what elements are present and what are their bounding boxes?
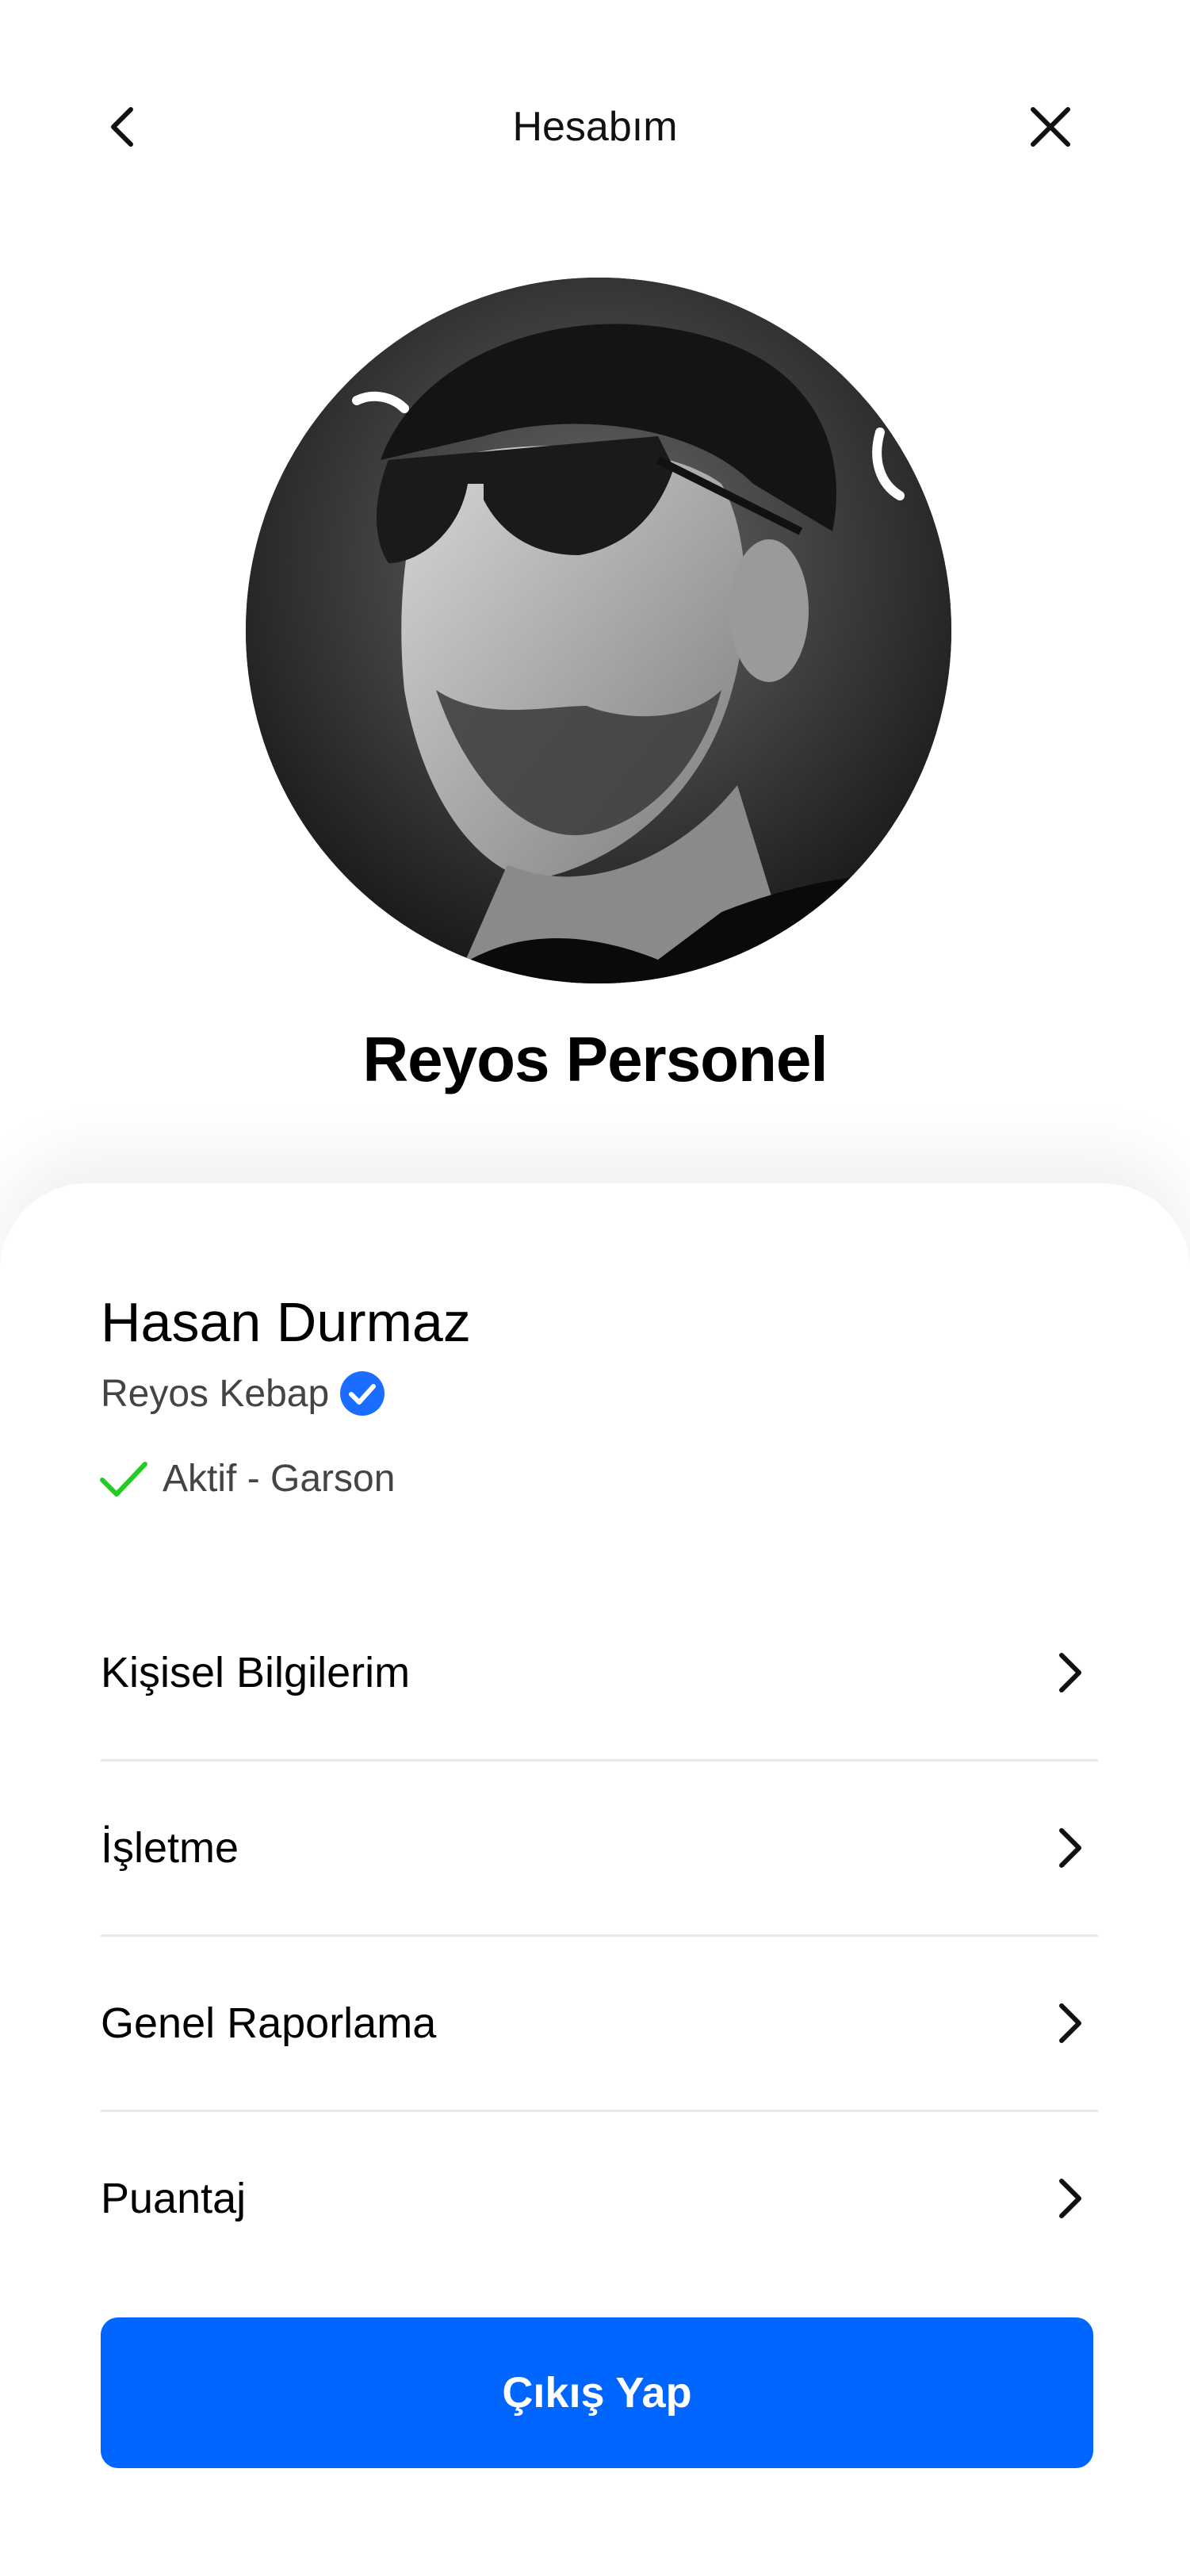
account-menu: Kişisel Bilgilerim İşletme Genel Raporla…: [101, 1586, 1098, 2285]
chevron-right-icon: [1059, 2179, 1081, 2218]
status-text: Aktif - Garson: [163, 1458, 396, 1500]
menu-item-timesheet[interactable]: Puantaj: [101, 2112, 1098, 2285]
chevron-right-icon: [1059, 2003, 1081, 2043]
menu-item-general-reports[interactable]: Genel Raporlama: [101, 1937, 1098, 2112]
header: Hesabım: [0, 79, 1190, 174]
close-button[interactable]: [1019, 95, 1082, 159]
menu-item-personal-info[interactable]: Kişisel Bilgilerim: [101, 1586, 1098, 1761]
close-icon: [1031, 107, 1070, 147]
verified-badge-icon: [340, 1371, 385, 1416]
menu-item-label: İşletme: [101, 1824, 239, 1872]
business-row: Reyos Kebap: [101, 1370, 386, 1417]
menu-item-label: Genel Raporlama: [101, 1999, 437, 2047]
profile-display-name: Reyos Personel: [362, 1024, 828, 1094]
avatar[interactable]: [246, 278, 951, 983]
user-full-name: Hasan Durmaz: [101, 1291, 471, 1353]
check-icon: [100, 1461, 147, 1497]
business-name: Reyos Kebap: [101, 1372, 330, 1415]
chevron-right-icon: [1059, 1828, 1081, 1868]
menu-item-label: Kişisel Bilgilerim: [101, 1649, 411, 1696]
logout-button[interactable]: Çıkış Yap: [101, 2317, 1093, 2468]
chevron-right-icon: [1059, 1653, 1081, 1692]
back-button[interactable]: [91, 95, 155, 159]
account-card: Hasan Durmaz Reyos Kebap Aktif - Garson …: [0, 1183, 1190, 2576]
page-title: Hesabım: [512, 104, 678, 150]
menu-item-label: Puantaj: [101, 2175, 247, 2222]
status-row: Aktif - Garson: [99, 1457, 395, 1501]
menu-item-business[interactable]: İşletme: [101, 1761, 1098, 1937]
avatar-photo: [246, 278, 951, 983]
chevron-left-icon: [111, 107, 133, 147]
account-screen: Hesabım Reyos Personel Hasan Durmaz Reyo…: [0, 0, 1190, 2576]
